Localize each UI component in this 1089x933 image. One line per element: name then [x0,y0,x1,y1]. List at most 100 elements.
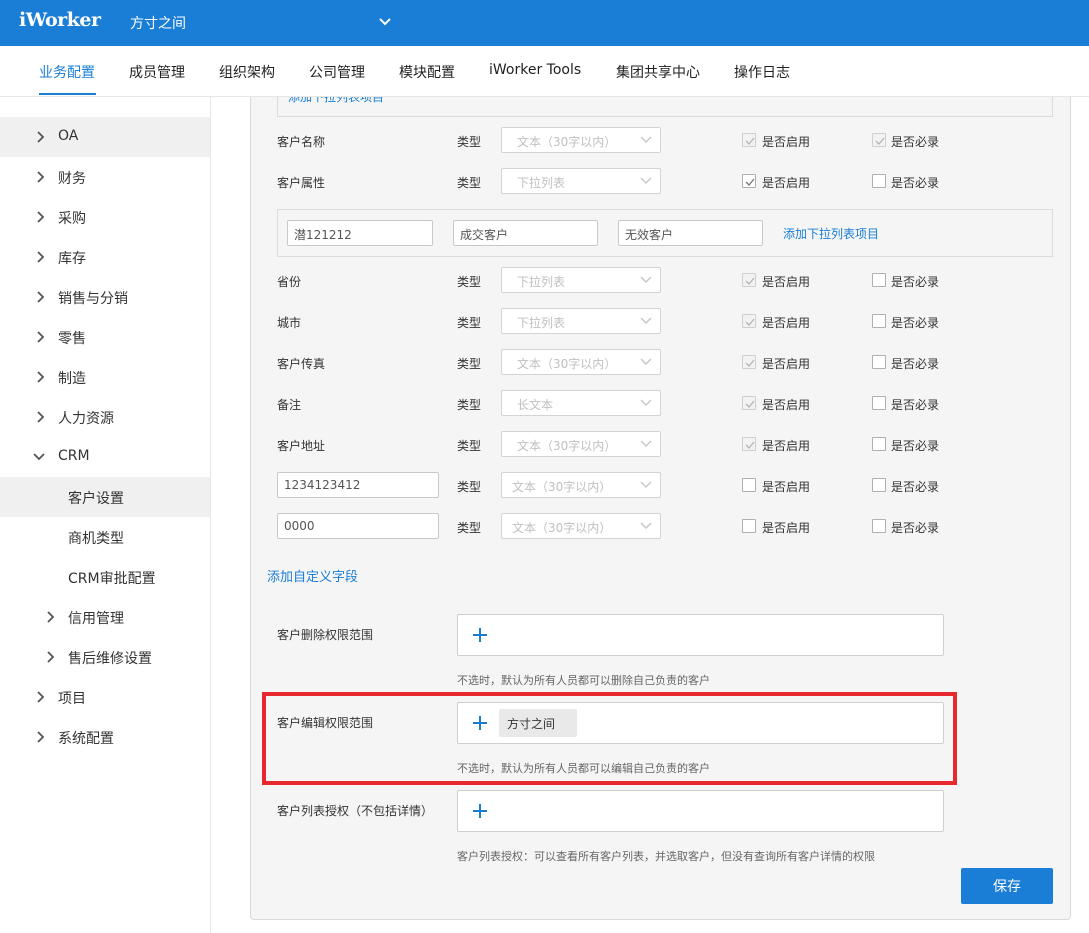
field-type-value: 文本（30字以内） [512,480,612,494]
sidebar-item-label: 采购 [58,211,86,227]
enabled-checkbox[interactable] [742,396,756,410]
field-name-label: 城市 [277,316,302,330]
chevron-down-icon [639,397,653,409]
chevron-right-icon [37,171,45,183]
enabled-checkbox[interactable] [742,174,756,188]
field-type-select[interactable]: 文本（30字以内） [501,349,661,375]
nav-item-tools[interactable]: iWorker Tools [489,62,581,78]
type-label: 类型 [457,135,482,149]
plus-icon[interactable] [472,627,488,643]
sidebar-item-retail[interactable]: 零售 [0,317,210,357]
enabled-checkbox[interactable] [742,355,756,369]
required-checkbox[interactable] [872,437,886,451]
nav-item-shared-center[interactable]: 集团共享中心 [616,62,700,82]
enabled-checkbox[interactable] [742,478,756,492]
field-type-value: 文本（30字以内） [517,135,617,149]
dropdown-item-input[interactable]: 潜121212 [287,220,433,246]
top-bar: iWorker 方寸之间 [0,0,1089,46]
required-checkbox[interactable] [872,314,886,328]
field-name-label: 客户属性 [277,176,326,190]
type-label: 类型 [457,176,482,190]
field-type-select[interactable]: 文本（30字以内） [501,127,661,153]
field-type-select[interactable]: 下拉列表 [501,168,661,194]
field-type-value: 下拉列表 [517,176,566,190]
required-checkbox[interactable] [872,174,886,188]
dropdown-item-input[interactable]: 无效客户 [618,220,763,246]
chevron-right-icon [37,131,45,143]
enabled-checkbox[interactable] [742,437,756,451]
field-type-value: 长文本 [517,398,554,412]
nav-item-members[interactable]: 成员管理 [129,62,185,82]
delete-permission-picker[interactable] [457,614,944,656]
list-permission-hint: 客户列表授权：可以查看所有客户列表，并选取客户，但没有查询所有客户详情的权限 [457,850,875,863]
sidebar-item-opportunity-types[interactable]: 商机类型 [0,517,210,557]
sidebar-item-credit[interactable]: 信用管理 [0,597,210,637]
field-type-value: 下拉列表 [517,275,566,289]
field-type-value: 文本（30字以内） [517,439,617,453]
chevron-right-icon [47,651,55,663]
custom-field-name-input[interactable]: 1234123412 [277,472,439,498]
sidebar-item-projects[interactable]: 项目 [0,677,210,717]
list-permission-picker[interactable] [457,790,944,832]
required-checkbox[interactable] [872,133,886,147]
required-label: 是否必录 [891,357,940,371]
sidebar-item-crm[interactable]: CRM [0,437,210,477]
required-label: 是否必录 [891,316,940,330]
required-checkbox[interactable] [872,396,886,410]
save-button[interactable]: 保存 [961,868,1053,904]
sidebar-item-inventory[interactable]: 库存 [0,237,210,277]
enabled-checkbox[interactable] [742,519,756,533]
sidebar-item-label: 制造 [58,371,86,387]
field-type-select[interactable]: 文本（30字以内） [501,472,661,498]
chevron-right-icon [37,251,45,263]
sidebar-item-customer-settings[interactable]: 客户设置 [0,477,210,517]
sidebar-item-system[interactable]: 系统配置 [0,717,210,757]
list-permission-label: 客户列表授权（不包括详情） [277,804,434,818]
sidebar-item-manufacturing[interactable]: 制造 [0,357,210,397]
nav-item-company[interactable]: 公司管理 [309,62,365,82]
field-type-select[interactable]: 下拉列表 [501,308,661,334]
sidebar-item-oa[interactable]: OA [0,117,210,157]
nav-item-business-config[interactable]: 业务配置 [39,62,95,82]
field-type-select[interactable]: 长文本 [501,390,661,416]
enabled-checkbox[interactable] [742,133,756,147]
field-type-select[interactable]: 文本（30字以内） [501,513,661,539]
sidebar-item-label: 售后维修设置 [68,651,152,667]
sidebar-item-hr[interactable]: 人力资源 [0,397,210,437]
chevron-down-icon [639,274,653,286]
field-name-label: 客户名称 [277,135,326,149]
dropdown-item-input[interactable]: 成交客户 [453,220,598,246]
company-name[interactable]: 方寸之间 [130,13,186,33]
add-dropdown-item-link-partial[interactable]: 添加下拉列表项目 [288,97,384,105]
plus-icon[interactable] [472,803,488,819]
sidebar-item-after-sales[interactable]: 售后维修设置 [0,637,210,677]
sidebar-item-label: OA [58,128,79,144]
enabled-label: 是否启用 [762,398,811,412]
required-label: 是否必录 [891,135,940,149]
required-checkbox[interactable] [872,355,886,369]
sidebar-item-purchase[interactable]: 采购 [0,197,210,237]
app-logo[interactable]: iWorker [19,9,101,31]
sidebar-item-sales[interactable]: 销售与分销 [0,277,210,317]
enabled-checkbox[interactable] [742,273,756,287]
nav-item-logs[interactable]: 操作日志 [734,62,790,82]
nav-item-org[interactable]: 组织架构 [219,62,275,82]
custom-field-name-input[interactable]: 0000 [277,513,439,539]
add-dropdown-item-link[interactable]: 添加下拉列表项目 [783,225,879,242]
required-label: 是否必录 [891,176,940,190]
sidebar-item-label: 客户设置 [68,491,124,507]
field-type-select[interactable]: 文本（30字以内） [501,431,661,457]
sidebar-item-crm-approval[interactable]: CRM审批配置 [0,557,210,597]
required-checkbox[interactable] [872,273,886,287]
sidebar-item-label: CRM审批配置 [68,571,156,587]
delete-permission-label: 客户删除权限范围 [277,628,374,642]
nav-item-modules[interactable]: 模块配置 [399,62,455,82]
required-checkbox[interactable] [872,478,886,492]
enabled-checkbox[interactable] [742,314,756,328]
chevron-down-icon[interactable] [377,14,393,30]
sidebar-item-finance[interactable]: 财务 [0,157,210,197]
required-checkbox[interactable] [872,519,886,533]
sidebar-item-label: 系统配置 [58,731,114,747]
add-custom-field-link[interactable]: 添加自定义字段 [267,566,358,585]
field-type-select[interactable]: 下拉列表 [501,267,661,293]
